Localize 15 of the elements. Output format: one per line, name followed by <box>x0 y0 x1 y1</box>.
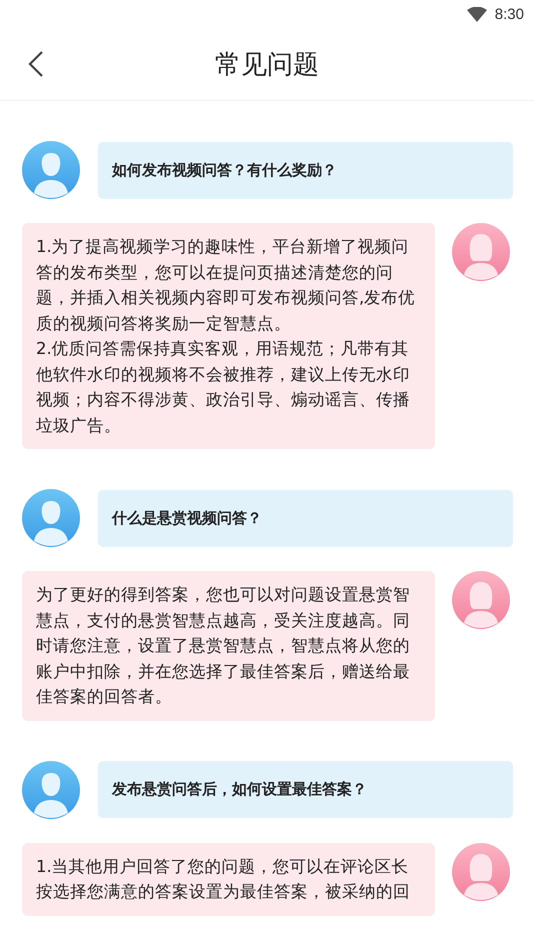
question-bubble: 发布悬赏问答后，如何设置最佳答案？ <box>98 761 513 818</box>
user-avatar-icon <box>22 141 80 199</box>
question-bubble: 如何发布视频问答？有什么奖励？ <box>98 142 513 198</box>
user-avatar-icon <box>452 571 510 629</box>
question-bubble: 什么是悬赏视频问答？ <box>98 490 513 546</box>
user-avatar-icon <box>22 760 80 818</box>
status-time: 8:30 <box>494 6 524 22</box>
user-avatar-icon <box>452 842 510 900</box>
wifi-icon <box>466 6 487 22</box>
user-avatar-icon <box>22 489 80 547</box>
answer-bubble: 1.为了提高视频学习的趣味性，平台新增了视频问答的发布类型，您可以在提问页描述清楚您的问题，并插入相关视频内容即可发布视频问答,发布优质的视频问答将奖励一定智慧点。 2.优质问答需保持真实客观，用语规范；凡带有其他软件水印的视频将不会被推荐，建议上传无水印视频；内容不得涉黄、政治引导、煽动谣言、传播垃圾广告。 <box>22 223 435 449</box>
answer-bubble: 为了更好的得到答案，您也可以对问题设置悬赏智慧点，支付的悬赏智慧点越高，受关注度越高。同时请您注意，设置了悬赏智慧点，智慧点将从您的账户中扣除，并在您选择了最佳答案后，赠送给最佳答案的回答者。 <box>22 571 435 720</box>
page-title: 常见问题 <box>215 48 319 82</box>
answer-bubble: 1.当其他用户回答了您的问题，您可以在评论区长按选择您满意的答案设置为最佳答案，被采纳的回 <box>22 842 435 916</box>
user-avatar-icon <box>452 223 510 281</box>
